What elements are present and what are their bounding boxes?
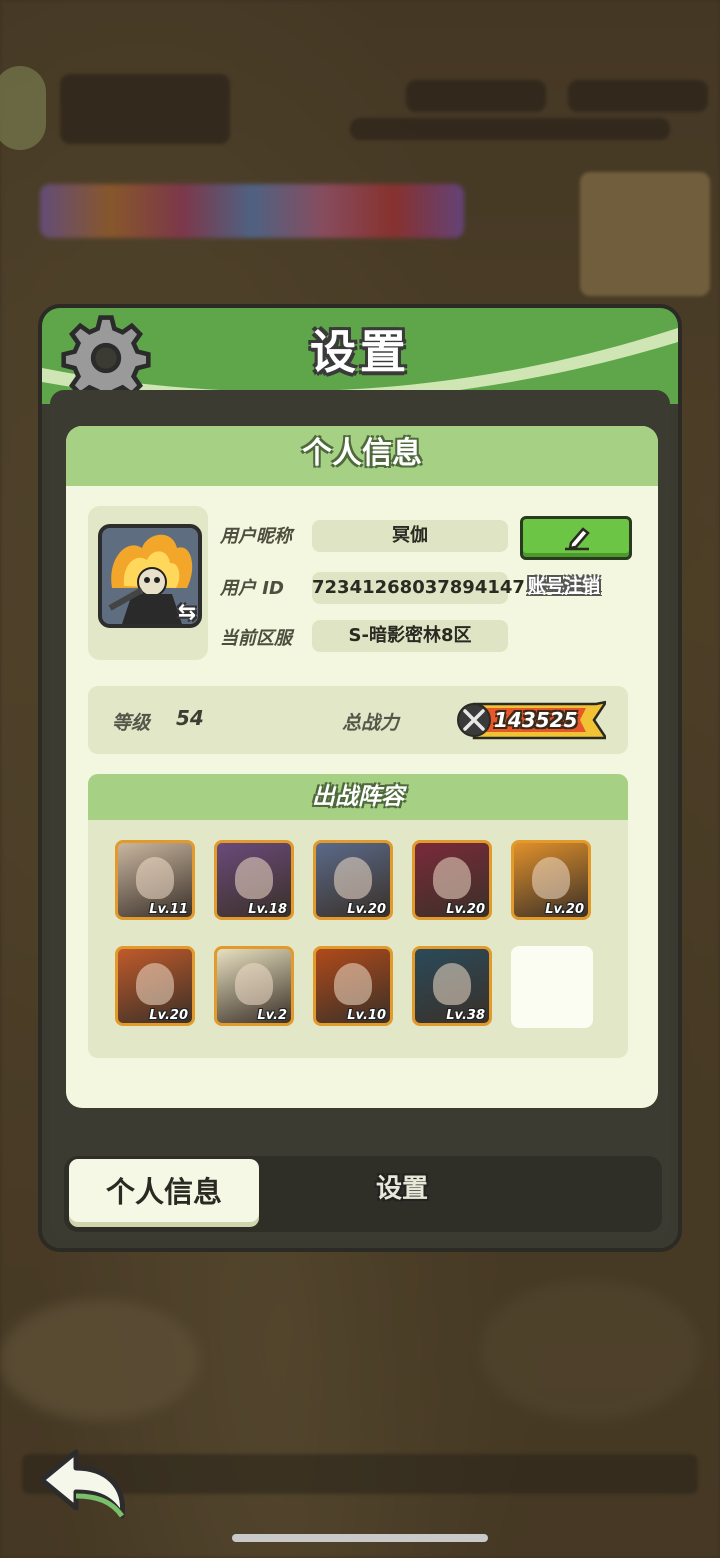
hero-slot[interactable]: Lv.20 <box>115 946 195 1026</box>
nickname-label: 用户昵称 <box>220 526 292 547</box>
hero-slot[interactable]: Lv.20 <box>313 840 393 920</box>
user-id-field: 72341268037894147 <box>312 572 525 604</box>
hero-level: Lv.20 <box>446 902 485 917</box>
back-arrow-icon[interactable] <box>36 1446 132 1526</box>
server-label: 当前区服 <box>220 628 292 649</box>
hero-slot[interactable]: Lv.20 <box>511 840 591 920</box>
hero-portrait <box>334 963 372 1005</box>
tab-bar: 个人信息 设置 <box>64 1156 662 1232</box>
hero-portrait <box>433 857 471 899</box>
hero-level: Lv.20 <box>347 902 386 917</box>
power-value: 143525 <box>494 708 578 732</box>
home-indicator[interactable] <box>232 1534 488 1542</box>
battle-lineup: 出战阵容 Lv.11 Lv.18 Lv.20 Lv.20 Lv.20 Lv.20 Lv.2 L… <box>88 774 628 1058</box>
hero-slot[interactable]: Lv.2 <box>214 946 294 1026</box>
lineup-title: 出战阵容 <box>88 774 628 820</box>
crossed-swords-icon <box>463 709 485 731</box>
server-field: S-暗影密林8区 <box>312 620 508 652</box>
pencil-icon <box>565 527 590 551</box>
user-id-label: 用户 ID <box>220 578 284 599</box>
nickname-field: 冥伽 <box>312 520 508 552</box>
power-label: 总战力 <box>342 712 400 734</box>
hero-slot[interactable]: Lv.11 <box>115 840 195 920</box>
hero-slot-empty[interactable] <box>511 946 593 1028</box>
hero-portrait <box>235 963 273 1005</box>
hero-level: Lv.20 <box>545 902 584 917</box>
hero-level: Lv.10 <box>347 1008 386 1023</box>
hero-portrait <box>334 857 372 899</box>
profile-card: 个人信息 ⇆ 用户昵称 冥伽 用户 ID 72341268037894147 账… <box>66 426 658 1108</box>
cancel-account-link[interactable]: 账号注销 <box>528 572 600 598</box>
panel-title: 设置 <box>310 325 410 379</box>
power-badge: 143525 <box>456 700 606 740</box>
level-value: 54 <box>176 706 204 730</box>
profile-section-title: 个人信息 <box>66 426 658 486</box>
hero-level: Lv.38 <box>446 1008 485 1023</box>
hero-slot[interactable]: Lv.20 <box>412 840 492 920</box>
hero-slot[interactable]: Lv.18 <box>214 840 294 920</box>
hero-portrait <box>235 857 273 899</box>
level-label: 等级 <box>112 712 151 734</box>
stats-row: 等级 54 总战力 143525 <box>88 686 628 754</box>
edit-nickname-button[interactable] <box>520 516 632 560</box>
hero-slot[interactable]: Lv.38 <box>412 946 492 1026</box>
swap-arrows-icon[interactable]: ⇆ <box>172 598 202 628</box>
hero-level: Lv.2 <box>257 1008 287 1023</box>
hero-level: Lv.18 <box>248 902 287 917</box>
hero-slot[interactable]: Lv.10 <box>313 946 393 1026</box>
hero-portrait <box>136 963 174 1005</box>
hero-portrait <box>532 857 570 899</box>
settings-panel: 设置 个人信息 ⇆ 用户昵称 冥伽 用户 ID 7234126803789414… <box>38 304 682 1252</box>
hero-level: Lv.11 <box>149 902 188 917</box>
tab-settings[interactable]: 设置 <box>322 1168 482 1205</box>
hero-level: Lv.20 <box>149 1008 188 1023</box>
hero-portrait <box>433 963 471 1005</box>
tab-profile[interactable]: 个人信息 <box>66 1156 262 1230</box>
hero-portrait <box>136 857 174 899</box>
avatar-container[interactable]: ⇆ <box>88 506 208 660</box>
